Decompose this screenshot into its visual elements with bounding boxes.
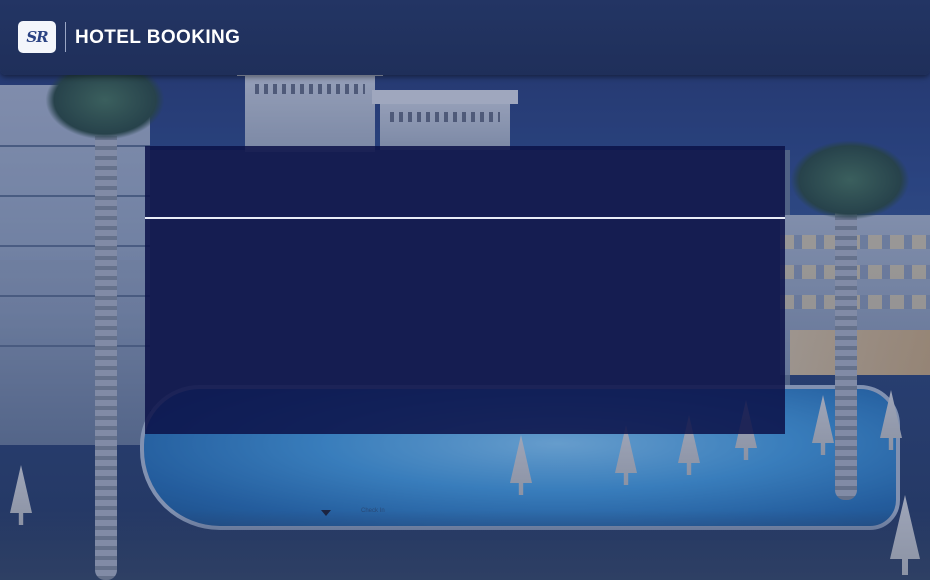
booking-panel	[145, 146, 785, 434]
check-in-label: Check In	[361, 508, 385, 514]
page-title: HOTEL BOOKING	[75, 27, 241, 48]
app-header: SR HOTEL BOOKING	[0, 0, 930, 75]
chevron-down-icon[interactable]	[321, 510, 331, 516]
logo-text: SR	[26, 28, 48, 46]
header-divider	[65, 22, 66, 52]
panel-divider	[145, 217, 785, 219]
hotel-logo[interactable]: SR	[18, 21, 56, 53]
